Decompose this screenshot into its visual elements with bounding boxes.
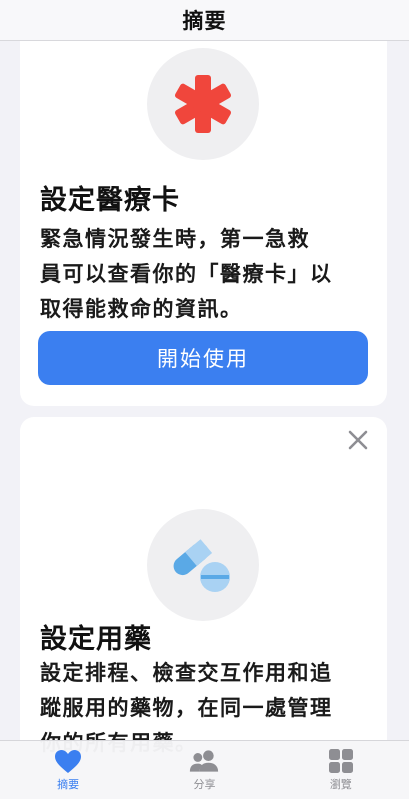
tab-summary[interactable]: 摘要 <box>0 741 136 799</box>
tab-bar: 摘要 分享 瀏覽 <box>0 740 409 799</box>
medical-id-description-line: 緊急情況發生時，第一急救 <box>40 227 310 251</box>
people-icon <box>189 748 219 774</box>
pills-icon <box>173 539 230 592</box>
pills-icon-circle <box>147 509 259 621</box>
medications-title: 設定用藥 <box>40 624 152 655</box>
grid-icon <box>326 748 356 774</box>
tab-label: 分享 <box>193 778 216 791</box>
heart-icon <box>53 748 83 774</box>
tab-browse[interactable]: 瀏覽 <box>273 741 409 799</box>
tab-label: 瀏覽 <box>329 778 352 791</box>
medications-description-line: 設定排程、檢查交互作用和追 <box>40 661 333 685</box>
tab-sharing[interactable]: 分享 <box>136 741 272 799</box>
medical-id-description: 緊急情況發生時，第一急救 員可以查看你的「醫療卡」以 取得能救命的資訊。 <box>40 222 370 327</box>
tab-label: 摘要 <box>57 778 80 791</box>
medical-id-title: 設定醫療卡 <box>40 185 180 216</box>
medications-description-line: 蹤服用的藥物，在同一處管理 <box>40 696 333 720</box>
medical-asterisk-icon <box>174 75 232 133</box>
medical-id-card: 設定醫療卡 緊急情況發生時，第一急救 員可以查看你的「醫療卡」以 取得能救命的資… <box>20 20 387 406</box>
navigation-bar: 摘要 <box>0 0 409 41</box>
medical-id-description-line: 員可以查看你的「醫療卡」以 <box>40 262 333 286</box>
medical-id-description-line: 取得能救命的資訊。 <box>40 297 243 321</box>
health-summary-screen: 摘要 設定醫療卡 緊急情況發生時，第一急救 員可以查看你的「醫療卡」以 取得能救… <box>0 0 409 799</box>
medical-icon-circle <box>147 48 259 160</box>
page-title: 摘要 <box>182 9 227 33</box>
close-icon[interactable] <box>347 429 369 451</box>
medications-card: 設定用藥 設定排程、檢查交互作用和追 蹤服用的藥物，在同一處管理 你的所有用藥。 <box>20 417 387 777</box>
get-started-button[interactable]: 開始使用 <box>38 331 368 385</box>
